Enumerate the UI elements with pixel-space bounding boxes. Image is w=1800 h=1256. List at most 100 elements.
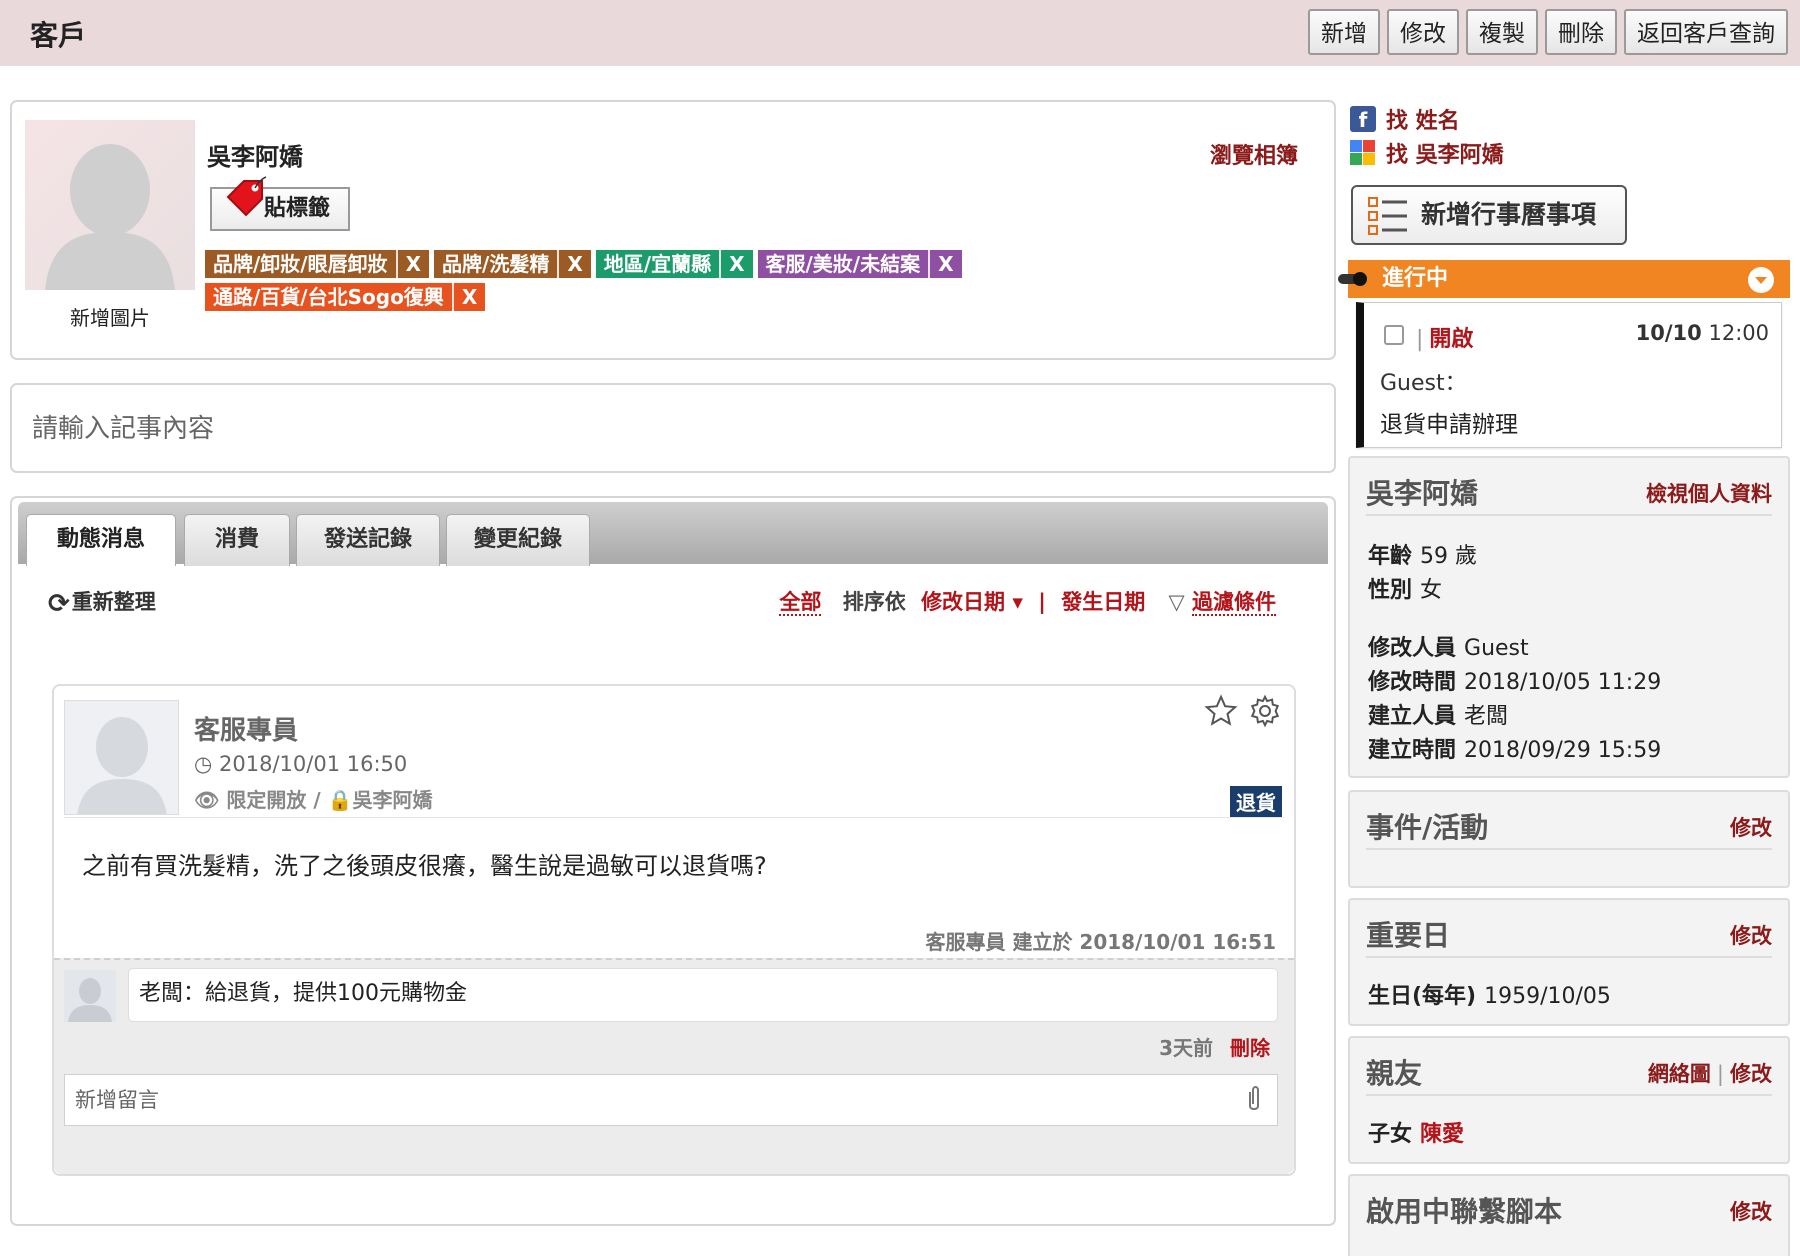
post-divider — [64, 817, 1284, 818]
tab-send-records[interactable]: 發送記錄 — [296, 514, 440, 566]
note-input[interactable] — [30, 407, 1310, 451]
in-progress-header[interactable]: 進行中 — [1338, 260, 1790, 298]
relation-row: 子女 陳愛 — [1368, 1116, 1464, 1148]
tab-change-log[interactable]: 變更紀錄 — [446, 514, 590, 566]
google-search-link[interactable]: 找 吳李阿嬌 — [1350, 136, 1504, 170]
tag-remove-button[interactable]: X — [557, 250, 590, 278]
birthday-label: 生日(每年) — [1368, 984, 1477, 1009]
tag-chip: 客服/美妝/未結案 X — [757, 250, 962, 278]
tab-bar: 動態消息 消費 發送記錄 變更紀錄 — [18, 502, 1328, 566]
tab-news-feed[interactable]: 動態消息 — [26, 514, 176, 566]
tag-label: 通路/百貨/台北Sogo復興 — [213, 285, 444, 309]
relatives-edit-link[interactable]: 修改 — [1730, 1062, 1772, 1086]
important-dates-card: 重要日 修改 生日(每年) 1959/10/05 — [1348, 898, 1790, 1026]
modifier-label: 修改人員 — [1368, 636, 1457, 661]
contact-scripts-edit-link[interactable]: 修改 — [1730, 1196, 1772, 1226]
note-input-panel — [10, 383, 1336, 473]
facebook-icon: f — [1350, 106, 1376, 132]
post-actions — [1204, 694, 1282, 728]
pin-icon — [1338, 272, 1367, 286]
task-item[interactable]: | 開啟 10/10 12:00 Guest： 退貨申請辦理 — [1356, 302, 1782, 448]
contact-scripts-card: 啟用中聯繫腳本 修改 — [1348, 1174, 1790, 1256]
sort-bar: 全部 排序依 修改日期 ▾ | 發生日期 ▽ 過濾條件 — [779, 586, 1276, 616]
top-bar: 客戶 新增 修改 複製 刪除 返回客戶查詢 — [0, 0, 1800, 66]
card-header: 吳李阿嬌 檢視個人資料 — [1366, 472, 1772, 516]
post-author-avatar[interactable] — [64, 700, 179, 815]
created-time-row: 建立時間 2018/09/29 15:59 — [1368, 732, 1661, 764]
copy-button[interactable]: 複製 — [1466, 9, 1538, 55]
sort-occurred-date-link[interactable]: 發生日期 — [1061, 590, 1145, 614]
tag-remove-button[interactable]: X — [928, 250, 961, 278]
comment-meta: 3天前 刪除 — [1159, 1032, 1270, 1061]
add-image-link[interactable]: 新增圖片 — [25, 302, 195, 331]
sort-desc-icon: ▾ — [1012, 590, 1023, 614]
back-to-search-button[interactable]: 返回客戶查詢 — [1624, 9, 1788, 55]
filter-all-link[interactable]: 全部 — [779, 590, 822, 616]
chevron-down-icon[interactable] — [1748, 267, 1774, 293]
tag-remove-button[interactable]: X — [395, 250, 429, 278]
eye-icon: 👁 — [194, 788, 220, 812]
task-date: 10/10 — [1635, 321, 1702, 345]
tag-chip: 通路/百貨/台北Sogo復興 X — [205, 283, 486, 311]
browse-album-link[interactable]: 瀏覽相簿 — [1210, 138, 1298, 170]
task-checkbox[interactable] — [1384, 325, 1404, 345]
post-meta: 客服專員 建立於 2018/10/01 16:51 — [925, 930, 1277, 954]
clock-icon: ◷ — [194, 752, 213, 776]
task-status-label: 開啟 — [1429, 327, 1474, 352]
events-card: 事件/活動 修改 — [1348, 790, 1790, 888]
list-icon — [1368, 197, 1407, 235]
tag-icon — [226, 176, 267, 217]
network-graph-link[interactable]: 網絡圖 — [1648, 1062, 1711, 1086]
star-icon[interactable] — [1204, 694, 1238, 728]
add-tag-button[interactable]: 貼標籤 — [210, 176, 350, 231]
post-body: 之前有買洗髮精，洗了之後頭皮很癢，醫生說是過敏可以退貨嗎? — [82, 852, 767, 880]
comment-input[interactable] — [64, 1074, 1278, 1126]
refresh-label: 重新整理 — [71, 590, 156, 614]
lock-icon: 🔒 — [327, 788, 353, 812]
sort-modified-date-link[interactable]: 修改日期 — [921, 590, 1005, 614]
paperclip-icon[interactable] — [1244, 1084, 1264, 1114]
modified-time-row: 修改時間 2018/10/05 11:29 — [1368, 664, 1661, 696]
comment-delete-link[interactable]: 刪除 — [1230, 1036, 1270, 1060]
tab-purchases[interactable]: 消費 — [184, 514, 290, 566]
tag-remove-button[interactable]: X — [451, 283, 485, 311]
view-profile-link[interactable]: 檢視個人資料 — [1646, 478, 1772, 508]
age-value: 59 歲 — [1420, 544, 1478, 569]
avatar-placeholder-icon — [68, 978, 112, 1022]
card-header: 事件/活動 修改 — [1366, 806, 1772, 850]
profile-panel: 新增圖片 吳李阿嬌 瀏覽相簿 貼標籤 品牌/卸妝/眼唇卸妝 X 品牌/洗髮精 X… — [10, 100, 1336, 360]
gear-icon[interactable] — [1248, 694, 1282, 728]
age-row: 年齡 59 歲 — [1368, 538, 1477, 570]
created-time-label: 建立時間 — [1368, 738, 1457, 763]
delete-button[interactable]: 刪除 — [1545, 9, 1617, 55]
comment-avatar[interactable] — [64, 970, 116, 1022]
tag-chip: 品牌/卸妝/眼唇卸妝 X — [205, 250, 430, 278]
add-calendar-event-label: 新增行事曆事項 — [1421, 200, 1597, 229]
facebook-search-link[interactable]: f 找 姓名 — [1350, 102, 1504, 136]
filter-conditions-link[interactable]: 過濾條件 — [1192, 590, 1276, 616]
relation-value-link[interactable]: 陳愛 — [1420, 1122, 1464, 1147]
modifier-row: 修改人員 Guest — [1368, 630, 1529, 662]
add-calendar-event-button[interactable]: 新增行事曆事項 — [1351, 185, 1627, 245]
new-button[interactable]: 新增 — [1308, 9, 1380, 55]
modifier-value: Guest — [1464, 636, 1529, 661]
tag-label: 品牌/卸妝/眼唇卸妝 — [213, 252, 388, 276]
google-search-label: 找 吳李阿嬌 — [1386, 143, 1504, 168]
creator-label: 建立人員 — [1368, 704, 1457, 729]
filter-icon: ▽ — [1168, 590, 1185, 614]
events-edit-link[interactable]: 修改 — [1730, 812, 1772, 842]
tag-remove-button[interactable]: X — [719, 250, 752, 278]
edit-button[interactable]: 修改 — [1387, 9, 1459, 55]
gender-label: 性別 — [1368, 578, 1413, 603]
birthday-row: 生日(每年) 1959/10/05 — [1368, 978, 1611, 1010]
comment-section: 老闆：給退貨，提供100元購物金 3天前 刪除 — [54, 958, 1294, 1174]
modified-time-label: 修改時間 — [1368, 670, 1457, 695]
avatar[interactable] — [25, 120, 195, 290]
avatar-placeholder-icon — [45, 144, 175, 290]
post-time: ◷ 2018/10/01 16:50 — [194, 752, 407, 776]
refresh-button[interactable]: ⟳重新整理 — [48, 586, 156, 619]
add-tag-label: 貼標籤 — [264, 196, 331, 221]
card-header: 啟用中聯繫腳本 修改 — [1366, 1190, 1772, 1234]
important-dates-edit-link[interactable]: 修改 — [1730, 920, 1772, 950]
creator-row: 建立人員 老闆 — [1368, 698, 1508, 730]
